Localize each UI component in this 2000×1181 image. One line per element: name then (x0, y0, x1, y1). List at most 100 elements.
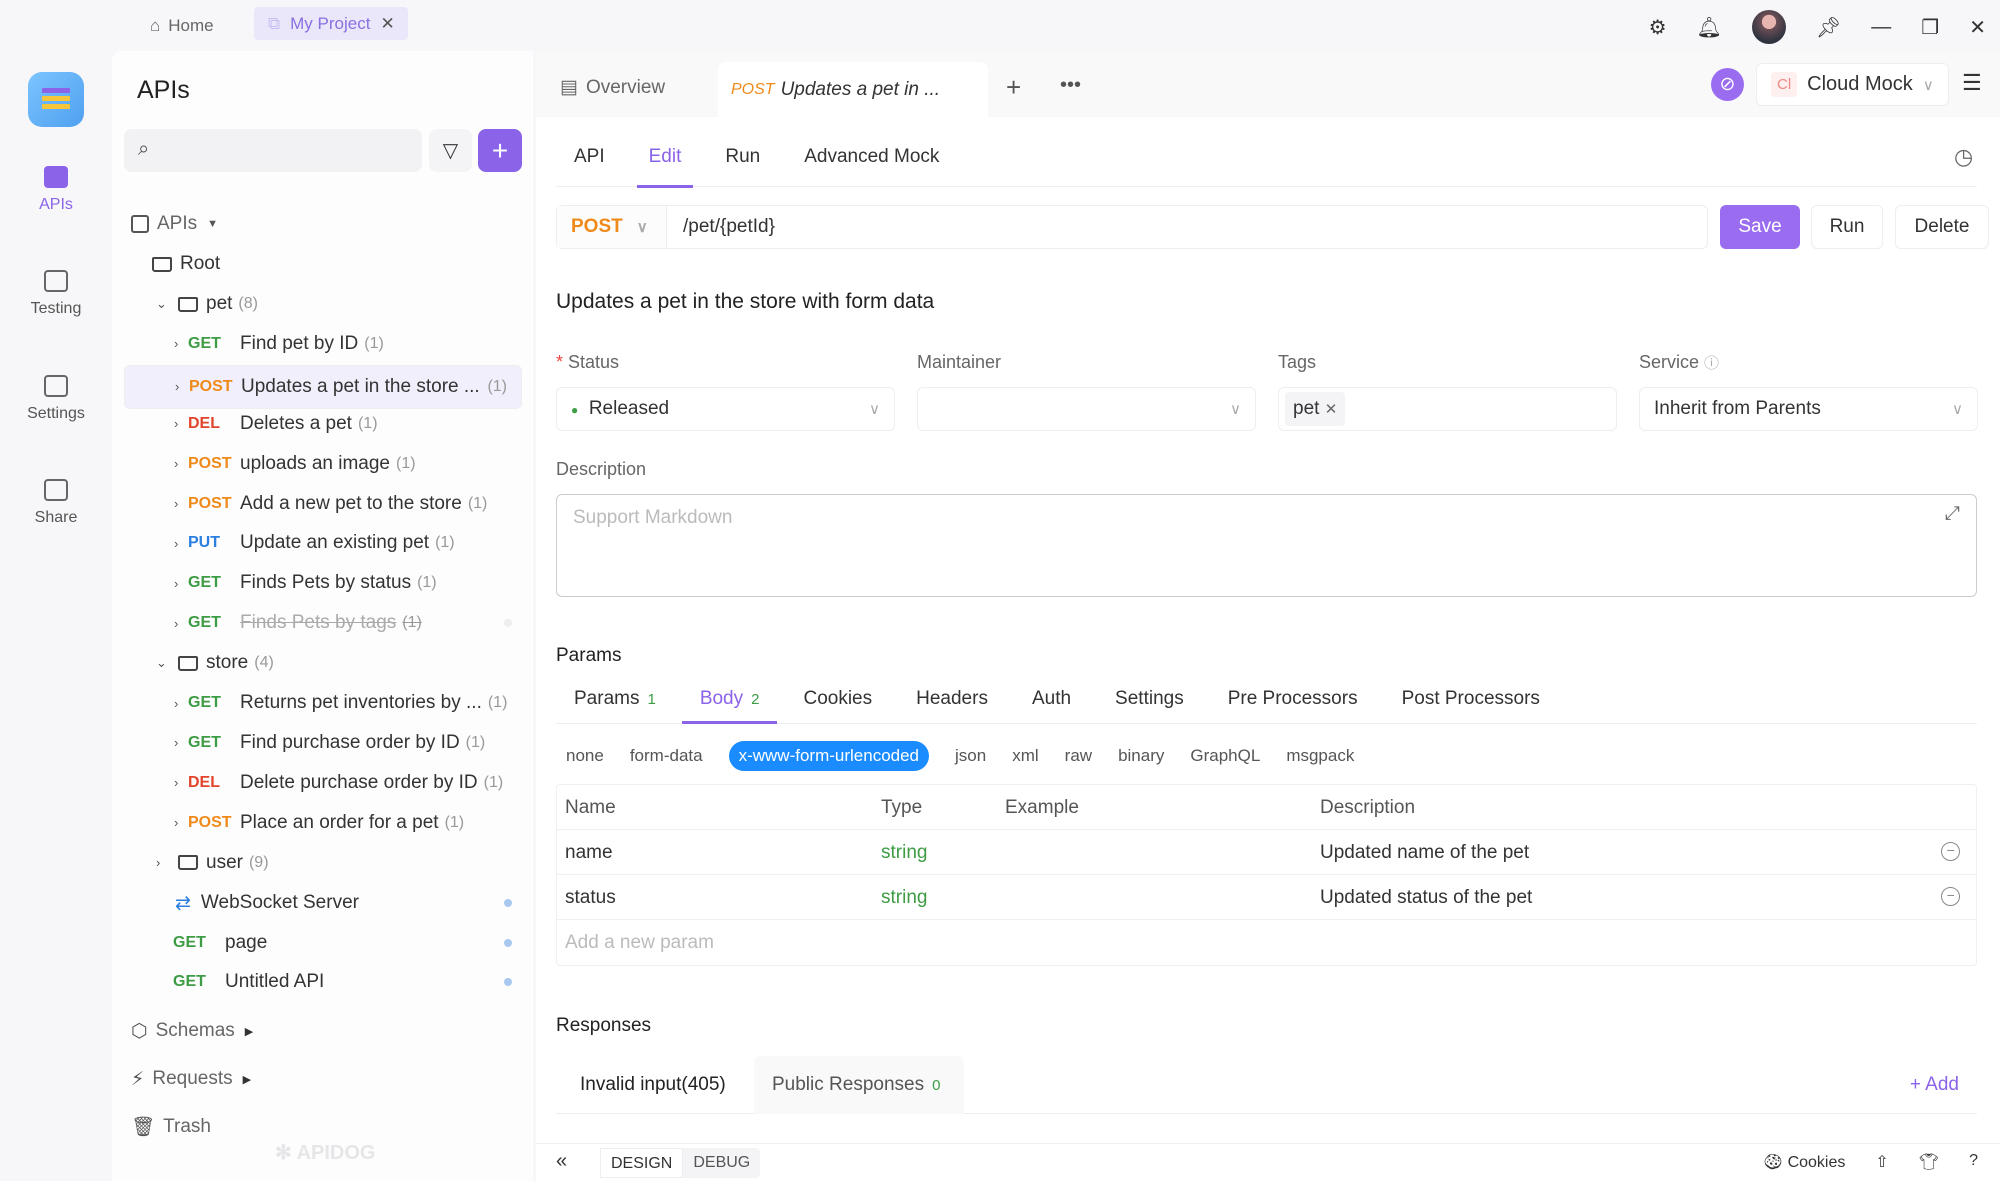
tree-item[interactable]: › GET Finds Pets by status (1) (124, 564, 522, 602)
apis-root[interactable]: APIs ▼ (124, 205, 522, 243)
tree-folder[interactable]: ⌄ store (4) (124, 644, 522, 682)
cookies-button[interactable]: 🍪︎ Cookies (1763, 1152, 1846, 1172)
upload-icon[interactable]: ⇧ (1875, 1152, 1888, 1172)
tree-item[interactable]: › GET Returns pet inventories by ... (1) (124, 684, 522, 722)
run-button[interactable]: Run (1811, 205, 1883, 249)
tab-edit[interactable]: Edit (636, 140, 694, 188)
collapse-icon[interactable]: « (556, 1150, 567, 1173)
body-type-graphql[interactable]: GraphQL (1190, 746, 1260, 766)
tab-run[interactable]: Run (725, 140, 760, 187)
restore-icon[interactable]: ❐ (1921, 15, 1939, 40)
rail-testing[interactable]: Testing (0, 270, 112, 318)
avatar[interactable] (1751, 10, 1786, 44)
debug-mode[interactable]: DEBUG (683, 1148, 760, 1178)
chevron-right-icon[interactable]: › (175, 379, 189, 394)
chevron-right-icon[interactable]: › (174, 416, 188, 431)
tab-auth[interactable]: Auth (1032, 676, 1071, 723)
tree-item[interactable]: › POST Add a new pet to the store (1) (124, 485, 522, 523)
tree-item[interactable]: › GET Find purchase order by ID (1) (124, 724, 522, 762)
path-input[interactable]: /pet/{petId} (667, 216, 775, 238)
list-item[interactable]: GET Untitled API (124, 963, 522, 1001)
tab-cookies[interactable]: Cookies (803, 676, 872, 723)
add-param-input[interactable]: Add a new param (557, 920, 1976, 965)
body-type-binary[interactable]: binary (1118, 746, 1164, 766)
new-tab-button[interactable]: + (1006, 72, 1021, 103)
more-icon[interactable]: ••• (1060, 74, 1081, 97)
list-item[interactable]: GET page (124, 924, 522, 962)
help-icon[interactable]: ? (1969, 1152, 1978, 1172)
rail-share[interactable]: Share (0, 479, 112, 527)
body-type-form-data[interactable]: form-data (630, 746, 703, 766)
sync-icon[interactable]: ⊘ (1711, 68, 1744, 101)
section-schemas[interactable]: ⬡ Schemas ▶ (124, 1012, 522, 1050)
maintainer-select[interactable]: ∨ (917, 387, 1256, 431)
rail-settings[interactable]: Settings (0, 375, 112, 423)
home-tab[interactable]: ⌂ Home (150, 10, 214, 42)
table-row[interactable]: name string Updated name of the pet − (557, 830, 1976, 875)
tree-item[interactable]: › DEL Delete purchase order by ID (1) (124, 764, 522, 802)
description-input[interactable]: Support Markdown ⤢ (556, 494, 1977, 597)
tab-params[interactable]: Params 1 (574, 676, 656, 723)
menu-icon[interactable]: ☰ (1962, 70, 1982, 96)
tab-api[interactable]: API (574, 140, 605, 187)
close-icon[interactable]: ✕ (1325, 401, 1338, 418)
chevron-right-icon[interactable]: › (174, 496, 188, 511)
chevron-right-icon[interactable]: › (174, 576, 188, 591)
add-button[interactable]: + (478, 129, 522, 172)
tree-item[interactable]: › POST Updates a pet in the store ... (1) (124, 364, 522, 409)
tab-headers[interactable]: Headers (916, 676, 988, 723)
body-type-none[interactable]: none (566, 746, 604, 766)
chevron-right-icon[interactable]: › (174, 536, 188, 551)
chevron-right-icon[interactable]: › (174, 696, 188, 711)
design-mode[interactable]: DESIGN (600, 1148, 684, 1178)
tab-pre-processors[interactable]: Pre Processors (1228, 676, 1358, 723)
tab-settings[interactable]: Settings (1115, 676, 1184, 723)
service-select[interactable]: Inherit from Parents ∨ (1639, 387, 1978, 431)
body-type-x-www-form-urlencoded[interactable]: x-www-form-urlencoded (728, 741, 930, 771)
table-row[interactable]: status string Updated status of the pet − (557, 875, 1976, 920)
tab-post-processors[interactable]: Post Processors (1402, 676, 1540, 723)
tab-overview[interactable]: ▤ Overview (560, 76, 665, 99)
tree-root[interactable]: Root (124, 245, 522, 283)
pin-icon[interactable]: 📌︎ (1816, 15, 1841, 40)
tab-invalid-input[interactable]: Invalid input(405) (580, 1074, 726, 1096)
chevron-down-icon[interactable]: ⌄ (156, 655, 170, 671)
body-type-json[interactable]: json (955, 746, 986, 766)
chevron-down-icon[interactable]: ⌄ (156, 296, 170, 312)
expand-icon[interactable]: ⤢ (1945, 503, 1960, 525)
close-icon[interactable]: ✕ (380, 14, 394, 34)
body-type-raw[interactable]: raw (1065, 746, 1092, 766)
filter-button[interactable]: ▽ (429, 129, 472, 172)
add-response-button[interactable]: + Add (1910, 1074, 1959, 1096)
body-type-msgpack[interactable]: msgpack (1286, 746, 1354, 766)
tree-folder[interactable]: ⌄ pet (8) (124, 285, 522, 323)
delete-button[interactable]: Delete (1895, 205, 1989, 249)
tab-public-responses[interactable]: Public Responses 0 (754, 1056, 964, 1114)
search-input[interactable]: ⌕ (124, 129, 422, 172)
remove-icon[interactable]: − (1941, 842, 1960, 861)
list-item[interactable]: ⇄ WebSocket Server (124, 884, 522, 922)
chevron-right-icon[interactable]: › (174, 735, 188, 750)
tab-advanced-mock[interactable]: Advanced Mock (804, 140, 939, 187)
status-select[interactable]: ● Released ∨ (556, 387, 895, 431)
chevron-right-icon[interactable]: › (174, 456, 188, 471)
tree-item[interactable]: › DEL Deletes a pet (1) (124, 405, 522, 443)
chevron-right-icon[interactable]: › (156, 855, 170, 870)
chevron-right-icon[interactable]: › (174, 616, 188, 631)
history-icon[interactable]: ◷ (1954, 144, 1973, 170)
save-button[interactable]: Save (1720, 205, 1800, 249)
tree-item[interactable]: › GET Finds Pets by tags (1) (124, 604, 522, 642)
tree-item[interactable]: › GET Find pet by ID (1) (124, 325, 522, 363)
rail-apis[interactable]: APIs (0, 166, 112, 214)
project-tab[interactable]: ⧉ My Project ✕ (254, 7, 408, 40)
chevron-right-icon[interactable]: › (174, 775, 188, 790)
method-select[interactable]: POST ∨ (557, 206, 667, 248)
chevron-right-icon[interactable]: › (174, 815, 188, 830)
tab-active-endpoint[interactable]: POST Updates a pet in ... (718, 62, 988, 117)
close-window-icon[interactable]: ✕ (1969, 15, 1986, 40)
gear-icon[interactable]: ⚙ (1649, 15, 1667, 40)
shirt-icon[interactable]: 👕︎ (1919, 1152, 1939, 1172)
tree-item[interactable]: › POST Place an order for a pet (1) (124, 804, 522, 842)
tab-body[interactable]: Body 2 (681, 676, 778, 724)
tree-folder[interactable]: › user (9) (124, 844, 522, 882)
